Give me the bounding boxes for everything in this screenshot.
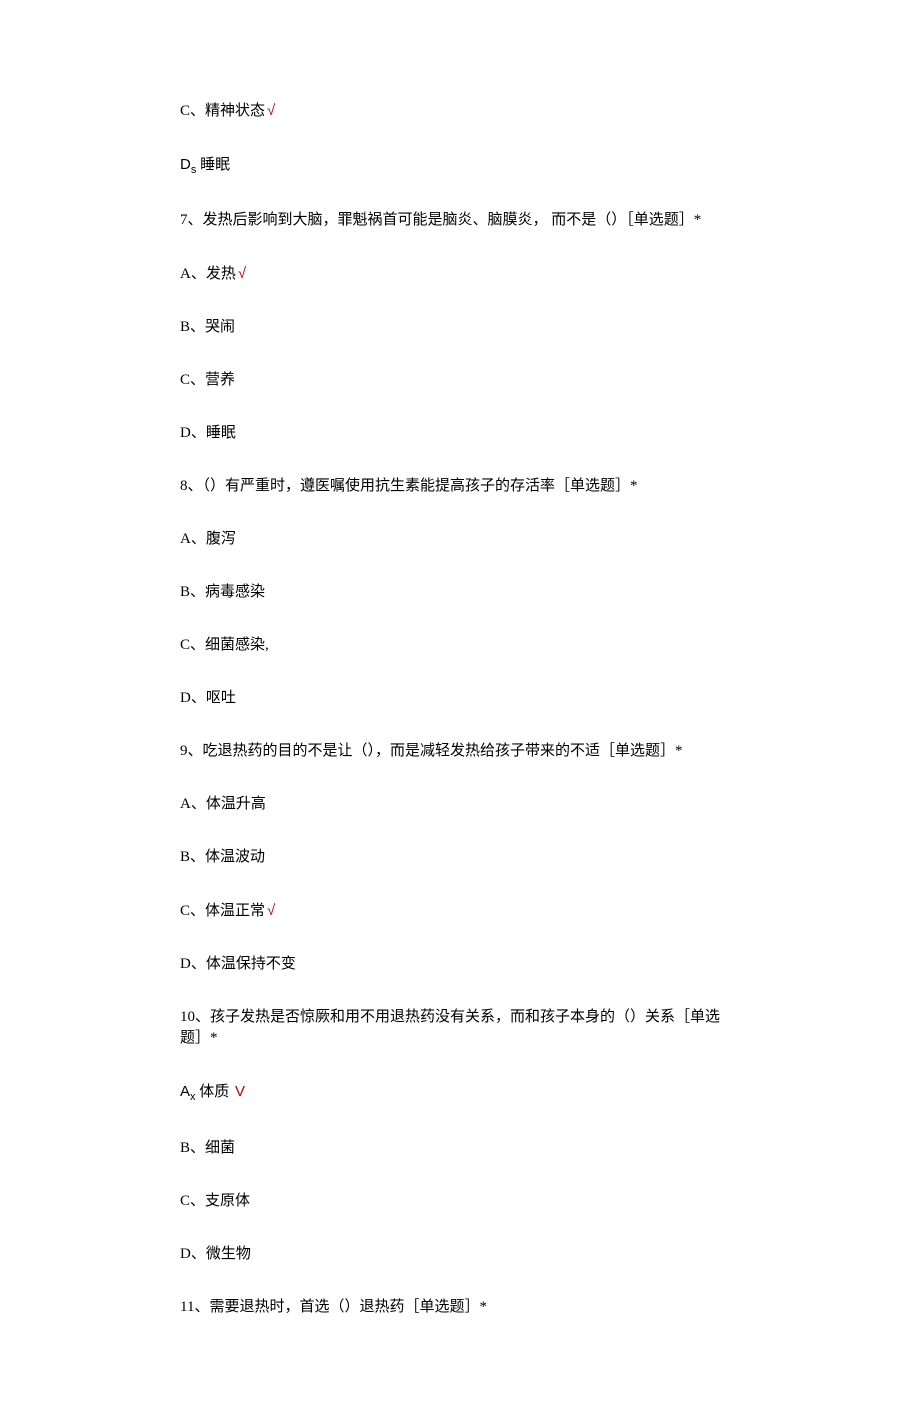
question-line: 8、（）有严重时，遵医嘱使用抗生素能提高孩子的存活率［单选题］* <box>180 476 740 497</box>
question-prefix: 10、 <box>180 1009 210 1025</box>
question-line: 9、吃退热药的目的不是让（），而是减轻发热给孩子带来的不适［单选题］* <box>180 741 740 762</box>
option-text: 微生物 <box>206 1246 251 1262</box>
question-prefix: 8、 <box>180 478 203 494</box>
option-text: 呕吐 <box>206 690 236 706</box>
option-prefix: C、 <box>180 103 205 119</box>
option-prefix: B、 <box>180 849 205 865</box>
option-text: 体温正常 <box>205 903 265 919</box>
option-line: D、微生物 <box>180 1244 740 1265</box>
option-prefix: A <box>180 1083 190 1100</box>
option-line: C、精神状态√ <box>180 100 740 122</box>
question-prefix: 11、 <box>180 1299 209 1315</box>
option-line: C、体温正常√ <box>180 900 740 922</box>
option-line: A、腹泻 <box>180 529 740 550</box>
option-line: B、哭闹 <box>180 317 740 338</box>
option-line: B、病毒感染 <box>180 582 740 603</box>
document-page: C、精神状态√ Ds 睡眠 7、发热后影响到大脑，罪魁祸首可能是脑炎、脑膜炎， … <box>0 0 920 1410</box>
question-text: 需要退热时，首选（）退热药［单选题］* <box>209 1299 487 1315</box>
option-prefix: D <box>180 156 191 173</box>
option-text: 细菌 <box>205 1140 235 1156</box>
option-prefix: A、 <box>180 531 206 547</box>
option-text: 支原体 <box>205 1193 250 1209</box>
question-text: （）有严重时，遵医嘱使用抗生素能提高孩子的存活率［单选题］* <box>203 478 638 494</box>
question-prefix: 9、 <box>180 743 203 759</box>
option-line: D、体温保持不变 <box>180 954 740 975</box>
option-text: 体质 <box>199 1084 229 1100</box>
question-prefix: 7、 <box>180 212 203 228</box>
option-subscript: x <box>190 1091 196 1103</box>
option-text: 睡眠 <box>200 157 230 173</box>
option-text: 哭闹 <box>205 319 235 335</box>
question-text: 吃退热药的目的不是让（），而是减轻发热给孩子带来的不适［单选题］* <box>203 743 683 759</box>
option-prefix: C、 <box>180 372 205 388</box>
option-text: 体温升高 <box>206 796 266 812</box>
question-line: 7、发热后影响到大脑，罪魁祸首可能是脑炎、脑膜炎， 而不是（）［单选题］* <box>180 210 740 231</box>
option-line: B、细菌 <box>180 1138 740 1159</box>
question-text: 发热后影响到大脑，罪魁祸首可能是脑炎、脑膜炎， 而不是（）［单选题］* <box>203 212 702 228</box>
option-prefix: B、 <box>180 1140 205 1156</box>
option-line: A、发热√ <box>180 263 740 285</box>
option-prefix: B、 <box>180 319 205 335</box>
option-line: Ds 睡眠 <box>180 154 740 178</box>
option-line: A、体温升高 <box>180 794 740 815</box>
option-text: 病毒感染 <box>205 584 265 600</box>
option-text: 精神状态 <box>205 103 265 119</box>
option-text: 腹泻 <box>206 531 236 547</box>
correct-mark-icon: √ <box>238 265 246 282</box>
option-prefix: D、 <box>180 1246 206 1262</box>
option-text: 体温波动 <box>205 849 265 865</box>
option-prefix: C、 <box>180 1193 205 1209</box>
option-line: D、睡眠 <box>180 423 740 444</box>
option-line: Ax 体质 V <box>180 1081 740 1105</box>
option-prefix: A、 <box>180 266 206 282</box>
option-text: 体温保持不变 <box>206 956 296 972</box>
option-line: B、体温波动 <box>180 847 740 868</box>
correct-mark-icon: V <box>235 1083 245 1100</box>
option-prefix: C、 <box>180 637 205 653</box>
correct-mark-icon: √ <box>267 102 275 119</box>
option-subscript: s <box>191 164 197 176</box>
option-prefix: C、 <box>180 903 205 919</box>
question-line: 11、需要退热时，首选（）退热药［单选题］* <box>180 1297 740 1318</box>
option-prefix: D、 <box>180 690 206 706</box>
correct-mark-icon: √ <box>267 902 275 919</box>
option-text: 营养 <box>205 372 235 388</box>
question-text: 孩子发热是否惊厥和用不用退热药没有关系，而和孩子本身的（）关系［单选题］* <box>180 1009 720 1046</box>
option-prefix: A、 <box>180 796 206 812</box>
option-line: C、细菌感染, <box>180 635 740 656</box>
option-line: D、呕吐 <box>180 688 740 709</box>
option-line: C、营养 <box>180 370 740 391</box>
option-prefix: B、 <box>180 584 205 600</box>
option-prefix: D、 <box>180 956 206 972</box>
option-text: 发热 <box>206 266 236 282</box>
option-text: 细菌感染, <box>205 637 269 653</box>
option-line: C、支原体 <box>180 1191 740 1212</box>
option-text: 睡眠 <box>206 425 236 441</box>
question-line: 10、孩子发热是否惊厥和用不用退热药没有关系，而和孩子本身的（）关系［单选题］* <box>180 1007 740 1049</box>
option-prefix: D、 <box>180 425 206 441</box>
